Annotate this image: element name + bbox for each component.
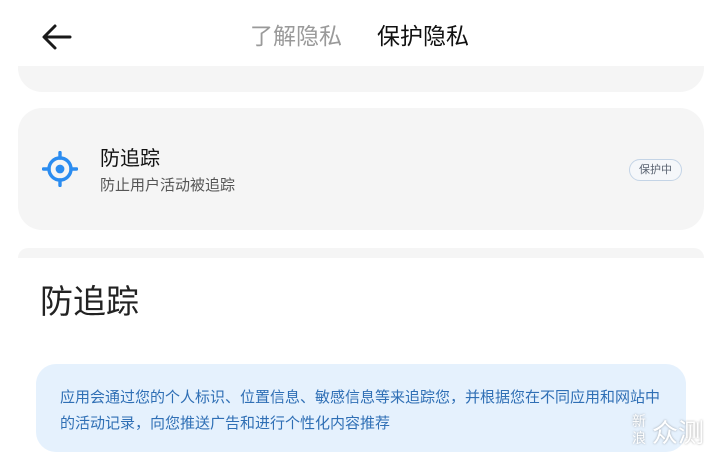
card-subtitle: 防止用户活动被追踪 — [100, 176, 236, 194]
watermark-text: 众测 — [652, 419, 705, 449]
description-box: 应用会通过您的个人标识、位置信息、敏感信息等来追踪您，并根据您在不同应用和网站中… — [36, 364, 686, 452]
watermark-mark: 新浪 — [632, 414, 646, 447]
previous-card-edge — [18, 66, 704, 92]
card-title: 防追踪 — [100, 146, 160, 170]
target-crosshair-icon — [41, 150, 79, 188]
top-navigation-bar: 了解隐私 保护隐私 — [0, 0, 720, 76]
watermark-logo: 新浪 众测 — [628, 414, 718, 460]
tab-learn-privacy[interactable]: 了解隐私 — [250, 20, 342, 54]
section-title: 防追踪 — [40, 282, 139, 321]
next-card-edge — [18, 248, 704, 258]
back-button[interactable] — [38, 20, 78, 54]
description-text: 应用会通过您的个人标识、位置信息、敏感信息等来追踪您，并根据您在不同应用和网站中… — [60, 388, 661, 432]
arrow-left-icon — [42, 24, 72, 50]
status-badge: 保护中 — [629, 159, 682, 181]
tab-protect-privacy[interactable]: 保护隐私 — [377, 20, 469, 54]
